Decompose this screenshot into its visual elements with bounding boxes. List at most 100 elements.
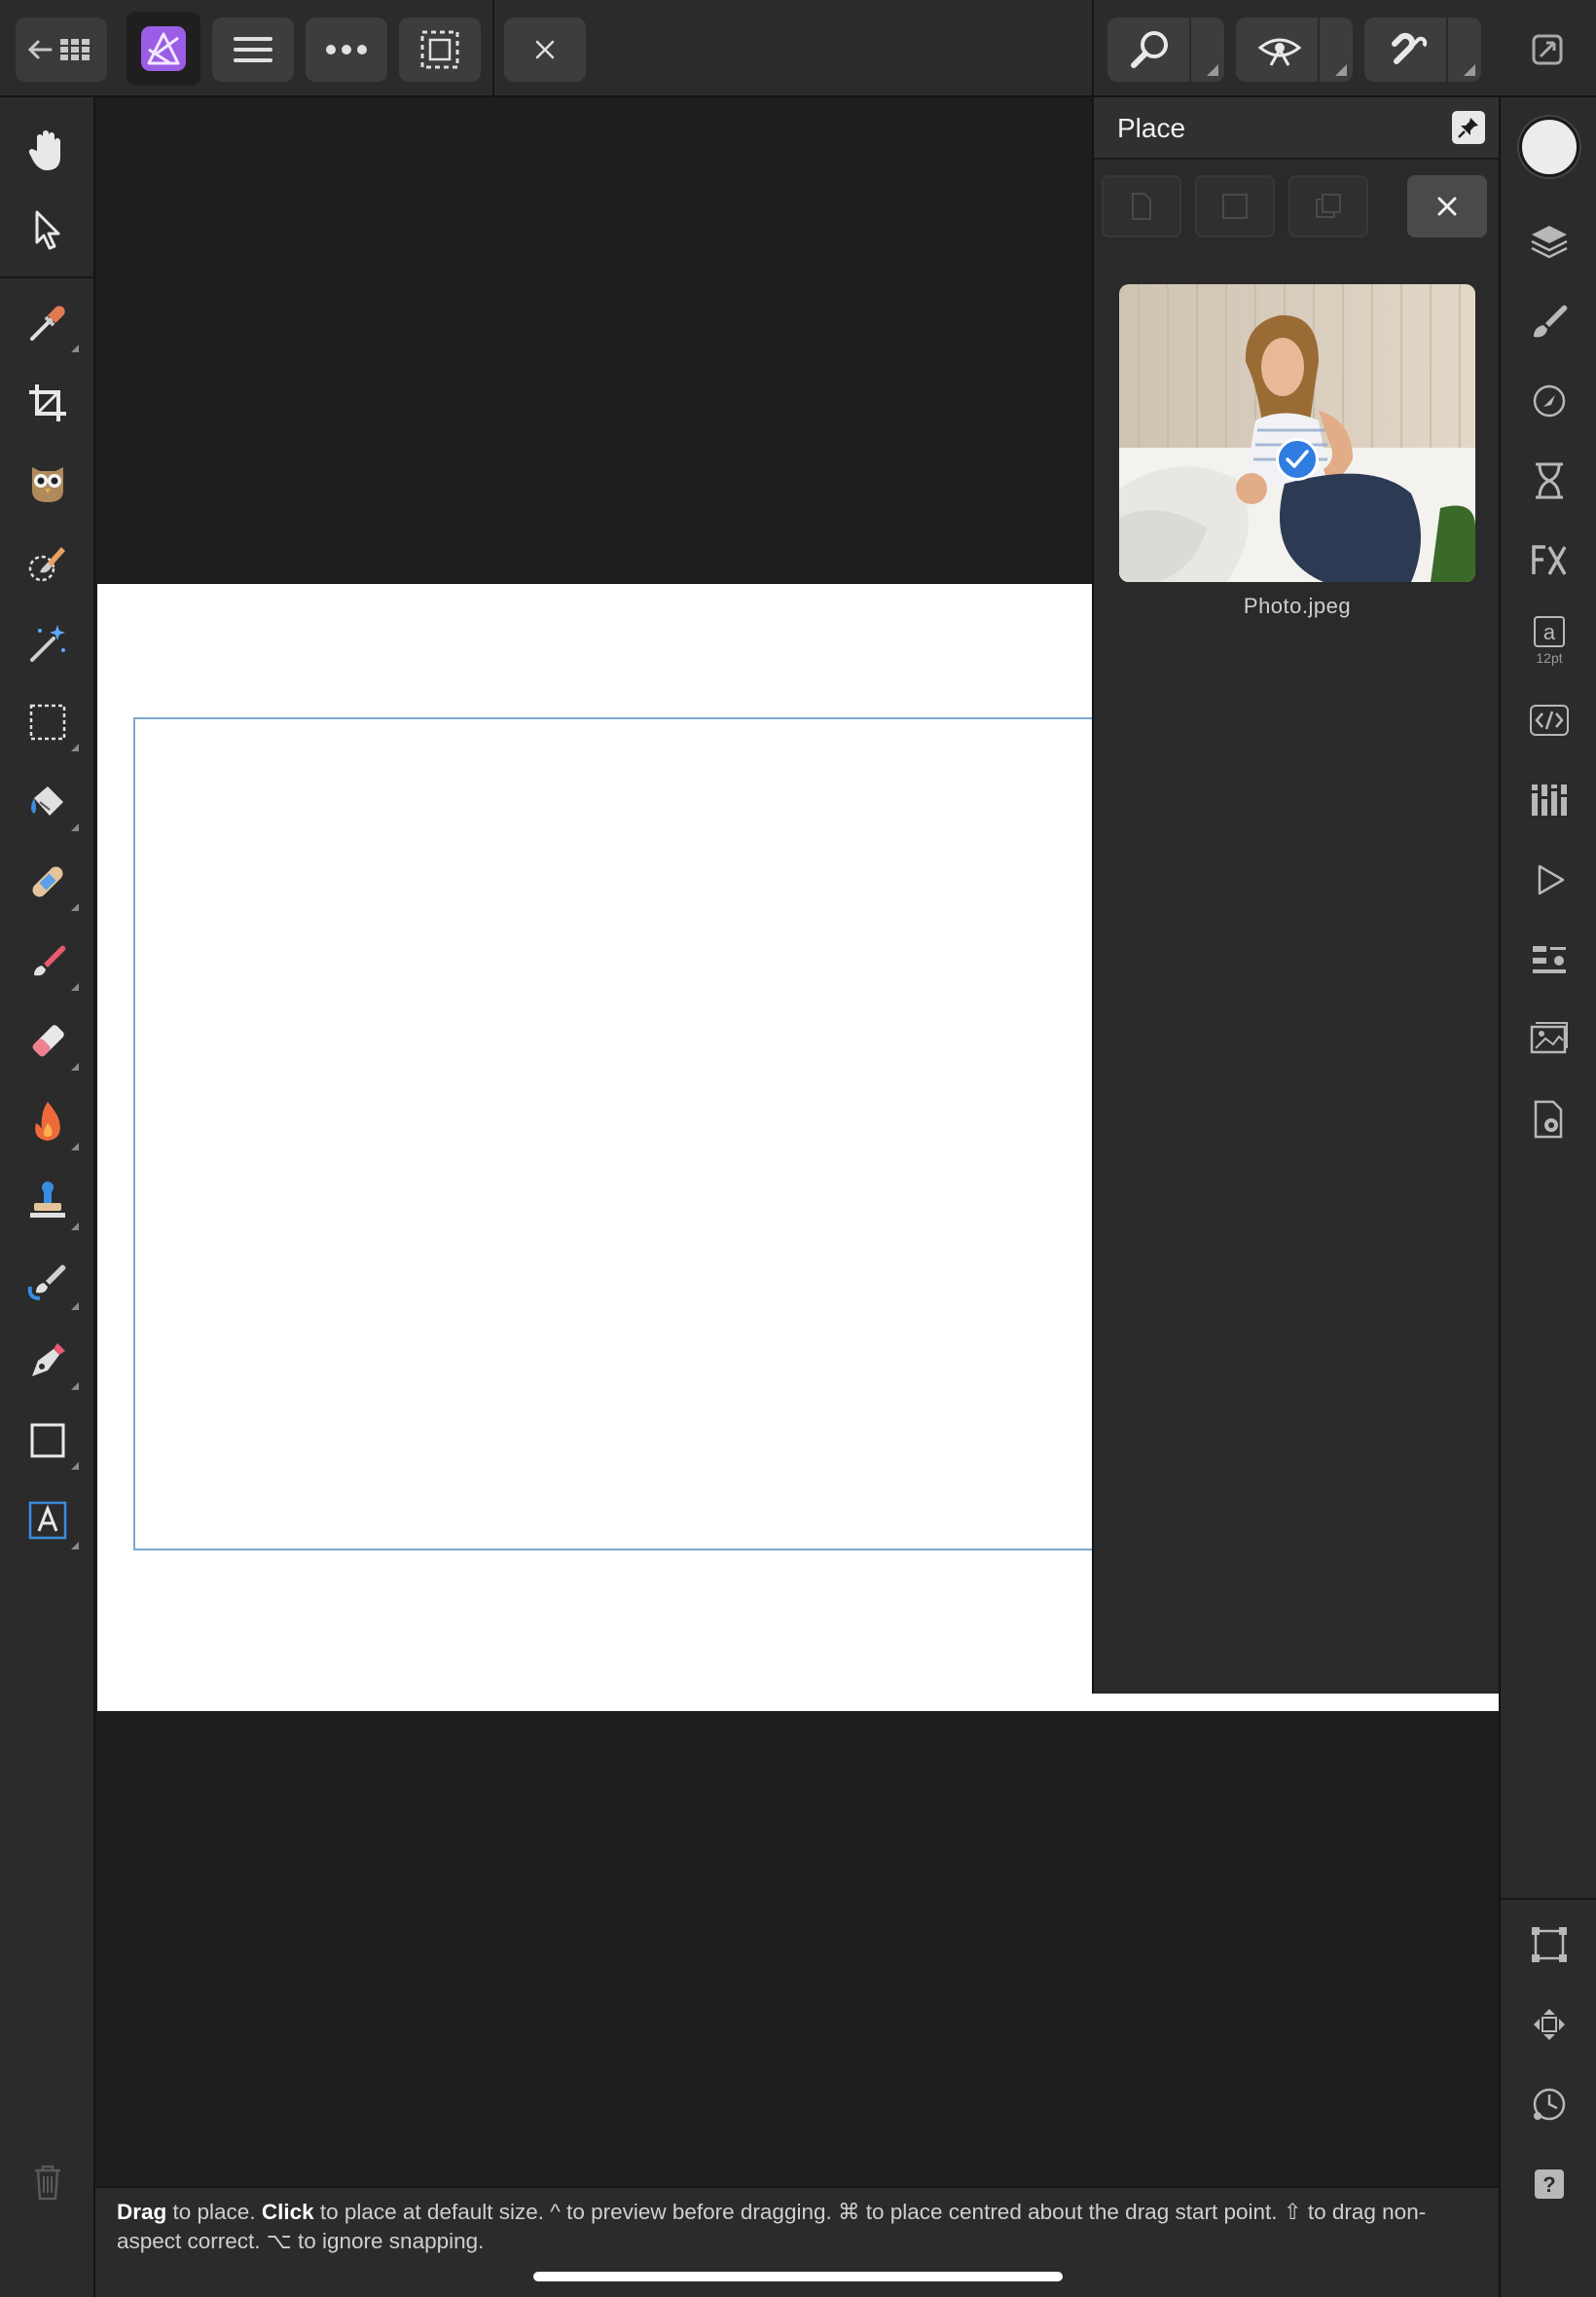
zoom-button[interactable] (1107, 18, 1224, 82)
tools-panel (0, 97, 95, 2297)
magic-wand-tool[interactable] (17, 611, 79, 674)
hourglass-icon (1536, 462, 1563, 499)
placement-frame[interactable] (133, 717, 1155, 1550)
place-from-documents-button[interactable] (1102, 175, 1181, 237)
flood-fill-icon (31, 786, 63, 816)
document-settings-button[interactable] (1518, 1088, 1580, 1150)
status-part: to place. (166, 2200, 262, 2224)
back-grid-button[interactable] (16, 18, 107, 82)
place-from-clipboard-button[interactable] (1288, 175, 1368, 237)
view-tool-hand-icon (28, 130, 60, 170)
dodge-burn-flame-icon (35, 1102, 60, 1141)
view-mode-button[interactable] (1236, 18, 1353, 82)
text-styles-studio-button[interactable]: a 12pt (1518, 609, 1580, 672)
dropdown-corner-icon (1335, 64, 1347, 76)
inpainting-tool[interactable] (17, 851, 79, 913)
text-tool[interactable] (17, 1489, 79, 1551)
flood-fill-tool[interactable] (17, 771, 79, 833)
adjustments-studio-button[interactable] (1518, 370, 1580, 432)
persona-button[interactable] (127, 12, 200, 86)
selection-brush-tool[interactable] (17, 531, 79, 594)
more-button[interactable] (306, 18, 387, 82)
play-icon (1538, 864, 1565, 895)
tool-flyout-icon (71, 1143, 79, 1150)
marquee-selection-icon (29, 704, 66, 741)
clone-stamp-icon (30, 1182, 65, 1218)
status-bold-part: Click (261, 2200, 314, 2224)
selected-check-icon (1276, 438, 1319, 481)
layers-studio-button[interactable] (1518, 210, 1580, 273)
dropdown-corner-icon (1464, 64, 1475, 76)
pen-tool[interactable] (17, 1330, 79, 1392)
history-scrub-button[interactable] (1518, 2073, 1580, 2135)
tool-flyout-icon (71, 983, 79, 991)
red-eye-owl-icon (32, 467, 63, 502)
place-from-photos-button[interactable] (1195, 175, 1275, 237)
view-tool[interactable] (17, 119, 79, 181)
studio-bar: a 12pt ? (1499, 97, 1596, 2297)
app-window: Place Photo.jpeg a 12pt ? Drag to place.… (0, 0, 1596, 2297)
move-nudge-button[interactable] (1518, 1993, 1580, 2056)
magic-wand-icon (30, 625, 65, 662)
rectangle-tool[interactable] (17, 1409, 79, 1472)
clone-stamp-tool[interactable] (17, 1170, 79, 1232)
help-icon: ? (1535, 2169, 1564, 2199)
tool-flyout-icon (71, 1382, 79, 1390)
dodge-burn-tool[interactable] (17, 1090, 79, 1152)
snapping-button[interactable] (1364, 18, 1481, 82)
expand-button[interactable] (1514, 18, 1580, 82)
svg-text:?: ? (1542, 2172, 1555, 2197)
photo-thumbnail-image (1119, 284, 1475, 582)
close-place-button[interactable] (1407, 175, 1487, 237)
character-icon: a (1534, 616, 1565, 647)
magnifier-icon (1131, 31, 1168, 68)
help-button[interactable]: ? (1518, 2153, 1580, 2215)
tool-flyout-icon (71, 744, 79, 751)
pen-tool-icon (32, 1343, 65, 1376)
place-item-thumbnail[interactable] (1119, 284, 1475, 582)
document-icon (1132, 193, 1151, 220)
clock-icon (1533, 2088, 1566, 2121)
image-stack-icon (1530, 1022, 1568, 1054)
back-arrow-grid-icon (27, 39, 90, 60)
navigator-studio-button[interactable] (1518, 849, 1580, 911)
toolbar-divider (492, 0, 494, 97)
dropdown-corner-icon (1207, 64, 1218, 76)
colour-swatch-button[interactable] (1519, 117, 1579, 177)
move-tool[interactable] (17, 199, 79, 261)
marquee-selection-tool[interactable] (17, 691, 79, 753)
erase-brush-tool[interactable] (17, 1010, 79, 1073)
studio-divider (1501, 1898, 1596, 1900)
brushes-studio-button[interactable] (1518, 290, 1580, 352)
channels-studio-button[interactable] (1518, 769, 1580, 831)
home-indicator[interactable] (533, 2272, 1063, 2281)
menu-button[interactable] (212, 18, 294, 82)
delete-button[interactable] (17, 2151, 79, 2213)
paint-brush-tool[interactable] (17, 930, 79, 993)
crop-tool[interactable] (17, 372, 79, 434)
macro-studio-button[interactable] (1518, 689, 1580, 751)
stock-studio-button[interactable] (1518, 1008, 1580, 1071)
selection-mode-button[interactable] (399, 18, 481, 82)
smudge-tool[interactable] (17, 1250, 79, 1312)
history-studio-button[interactable] (1518, 450, 1580, 512)
effects-studio-button[interactable] (1518, 529, 1580, 592)
top-toolbar (0, 0, 1596, 97)
list-settings-icon (1533, 946, 1566, 973)
text-tool-icon (28, 1501, 67, 1540)
assets-studio-button[interactable] (1518, 929, 1580, 991)
pin-icon (1458, 118, 1478, 138)
color-picker-tool[interactable] (17, 292, 79, 354)
status-part: to place at default size. ^ to preview b… (117, 2200, 1427, 2253)
ellipsis-icon (326, 45, 367, 55)
red-eye-tool[interactable] (17, 452, 79, 514)
marquee-icon (420, 30, 459, 69)
cancel-button[interactable] (504, 18, 586, 82)
transform-studio-button[interactable] (1518, 1914, 1580, 1976)
transform-box-icon (1532, 1927, 1567, 1962)
pin-panel-button[interactable] (1452, 111, 1485, 144)
smudge-brush-icon (27, 1264, 66, 1300)
layers-icon (1531, 226, 1568, 259)
toolbar-divider-right (1092, 0, 1094, 97)
crop-tool-icon (29, 384, 66, 421)
